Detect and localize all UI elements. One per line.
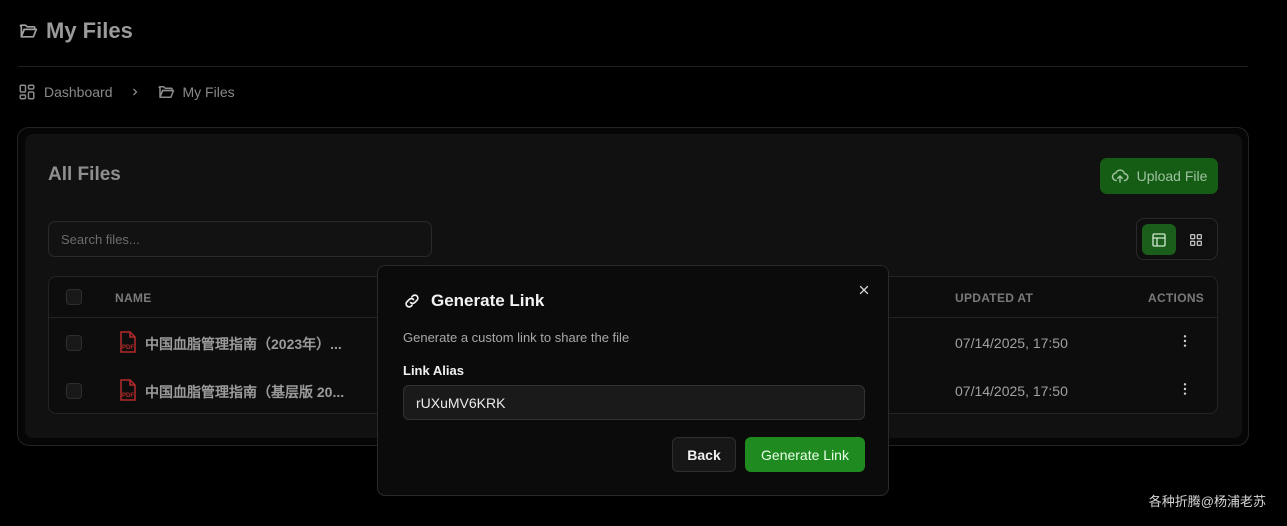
folder-open-icon — [18, 21, 38, 41]
page-header: My Files — [18, 18, 133, 44]
header-divider — [18, 66, 1248, 67]
dialog-header: Generate Link — [403, 291, 544, 311]
card-title: All Files — [48, 164, 121, 185]
svg-text:PDF: PDF — [122, 393, 134, 399]
pdf-file-icon: PDF — [120, 379, 136, 401]
table-icon — [1152, 232, 1166, 247]
close-icon[interactable] — [856, 282, 872, 298]
back-button[interactable]: Back — [672, 437, 736, 472]
link-alias-label: Link Alias — [403, 363, 464, 378]
dialog-description: Generate a custom link to share the file — [403, 330, 630, 345]
select-all-checkbox[interactable] — [66, 289, 82, 305]
file-name[interactable]: 中国血脂管理指南（基层版 20... — [145, 382, 344, 402]
breadcrumb-item-dashboard[interactable]: Dashboard — [18, 83, 113, 101]
row-checkbox[interactable] — [66, 383, 82, 399]
svg-text:PDF: PDF — [122, 345, 134, 351]
breadcrumb-label: Dashboard — [44, 84, 113, 100]
file-updated-at: 07/14/2025, 17:50 — [955, 383, 1068, 399]
file-name[interactable]: 中国血脂管理指南（2023年）... — [145, 334, 342, 354]
table-view-button[interactable] — [1142, 224, 1176, 255]
grid-icon — [1190, 233, 1202, 246]
search-input[interactable] — [48, 221, 432, 257]
cloud-upload-icon — [1111, 169, 1129, 183]
folder-open-icon — [158, 86, 174, 98]
generate-link-button[interactable]: Generate Link — [745, 437, 865, 472]
column-header-actions: ACTIONS — [1148, 291, 1205, 305]
view-toggle — [1136, 218, 1218, 260]
chevron-right-icon — [129, 86, 141, 98]
link-alias-input[interactable] — [403, 385, 865, 420]
link-icon — [405, 294, 419, 308]
page-title: My Files — [46, 18, 133, 43]
breadcrumb-item-my-files[interactable]: My Files — [157, 83, 235, 101]
column-header-updated-at: UPDATED AT — [955, 291, 1034, 305]
breadcrumb: Dashboard My Files — [18, 83, 235, 101]
dashboard-icon — [19, 84, 35, 100]
row-checkbox[interactable] — [66, 335, 82, 351]
column-header-name: NAME — [115, 291, 152, 305]
dialog-title: Generate Link — [431, 291, 545, 310]
breadcrumb-label: My Files — [182, 84, 235, 100]
upload-file-label: Upload File — [1136, 168, 1208, 184]
generate-link-dialog: Generate Link Generate a custom link to … — [377, 265, 889, 496]
grid-view-button[interactable] — [1179, 224, 1213, 255]
upload-file-button[interactable]: Upload File — [1100, 158, 1218, 194]
more-vertical-icon[interactable] — [1177, 333, 1193, 349]
file-updated-at: 07/14/2025, 17:50 — [955, 335, 1068, 351]
watermark: 各种折腾@杨浦老苏 — [1148, 494, 1266, 509]
more-vertical-icon[interactable] — [1177, 381, 1193, 397]
pdf-file-icon: PDF — [120, 331, 136, 353]
